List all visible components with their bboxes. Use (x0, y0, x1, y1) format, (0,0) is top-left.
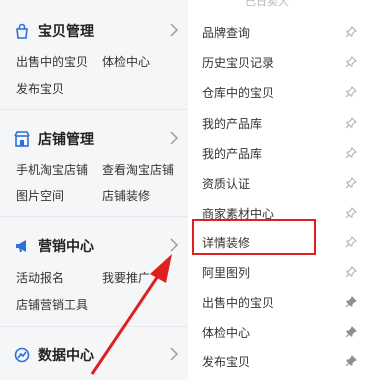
annotation-arrow (90, 254, 172, 375)
